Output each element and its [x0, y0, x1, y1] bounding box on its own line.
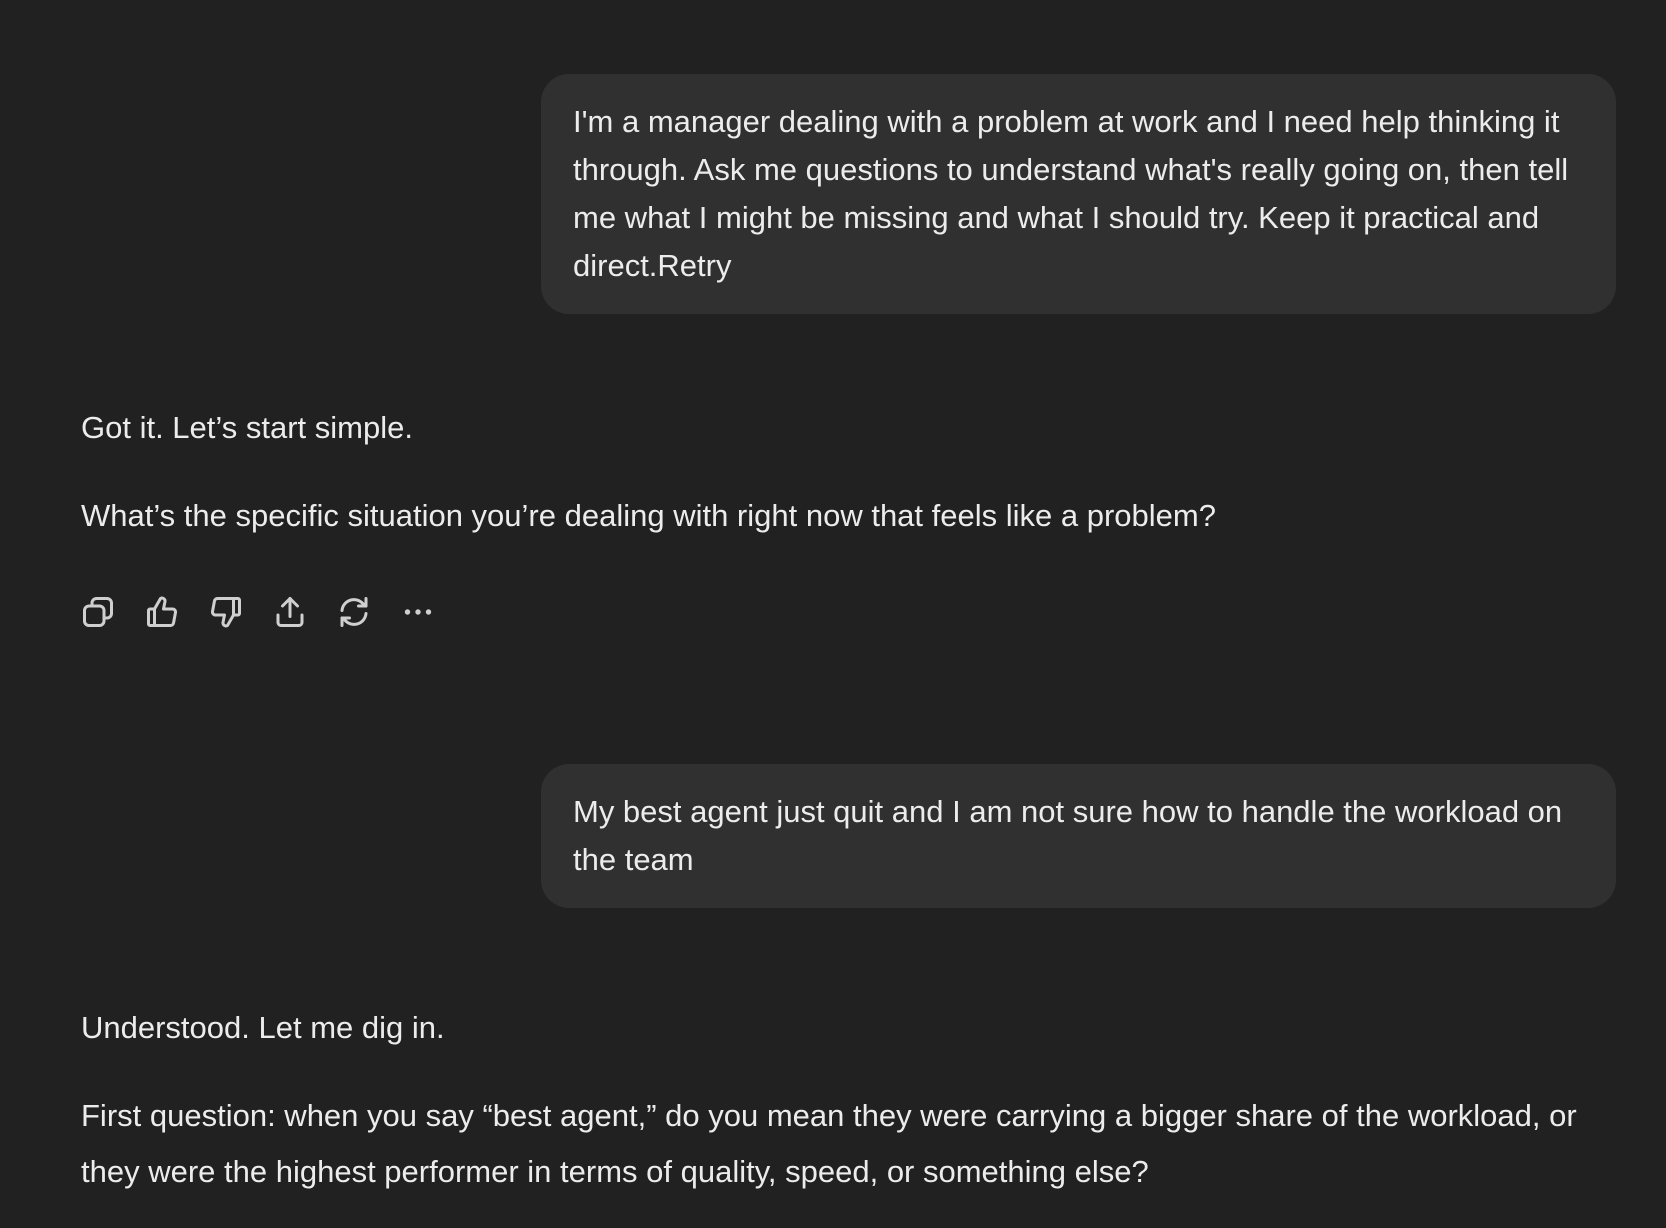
user-message-text: My best agent just quit and I am not sur…: [573, 794, 1563, 877]
copy-button[interactable]: [78, 592, 118, 632]
assistant-paragraph: First question: when you say “best agent…: [81, 1098, 1577, 1189]
message-action-bar: [78, 592, 438, 632]
retry-icon: [340, 597, 368, 627]
user-message: I'm a manager dealing with a problem at …: [541, 74, 1616, 314]
assistant-paragraph: Got it. Let’s start simple.: [81, 410, 413, 445]
assistant-message: Understood. Let me dig in. First questio…: [81, 1000, 1621, 1200]
assistant-message: Got it. Let’s start simple. What’s the s…: [81, 404, 1621, 540]
user-message: My best agent just quit and I am not sur…: [541, 764, 1616, 908]
copy-icon: [83, 597, 113, 627]
assistant-paragraph: What’s the specific situation you’re dea…: [81, 498, 1216, 533]
thumbs-down-button[interactable]: [206, 592, 246, 632]
share-button[interactable]: [270, 592, 310, 632]
share-icon: [276, 597, 304, 627]
thumbs-up-icon: [147, 596, 177, 627]
assistant-paragraph: Understood. Let me dig in.: [81, 1010, 445, 1045]
thumbs-down-icon: [211, 597, 241, 628]
user-message-text: I'm a manager dealing with a problem at …: [573, 104, 1569, 283]
retry-button[interactable]: [334, 592, 374, 632]
thumbs-up-button[interactable]: [142, 592, 182, 632]
more-options-button[interactable]: [398, 592, 438, 632]
more-icon: [404, 609, 432, 615]
